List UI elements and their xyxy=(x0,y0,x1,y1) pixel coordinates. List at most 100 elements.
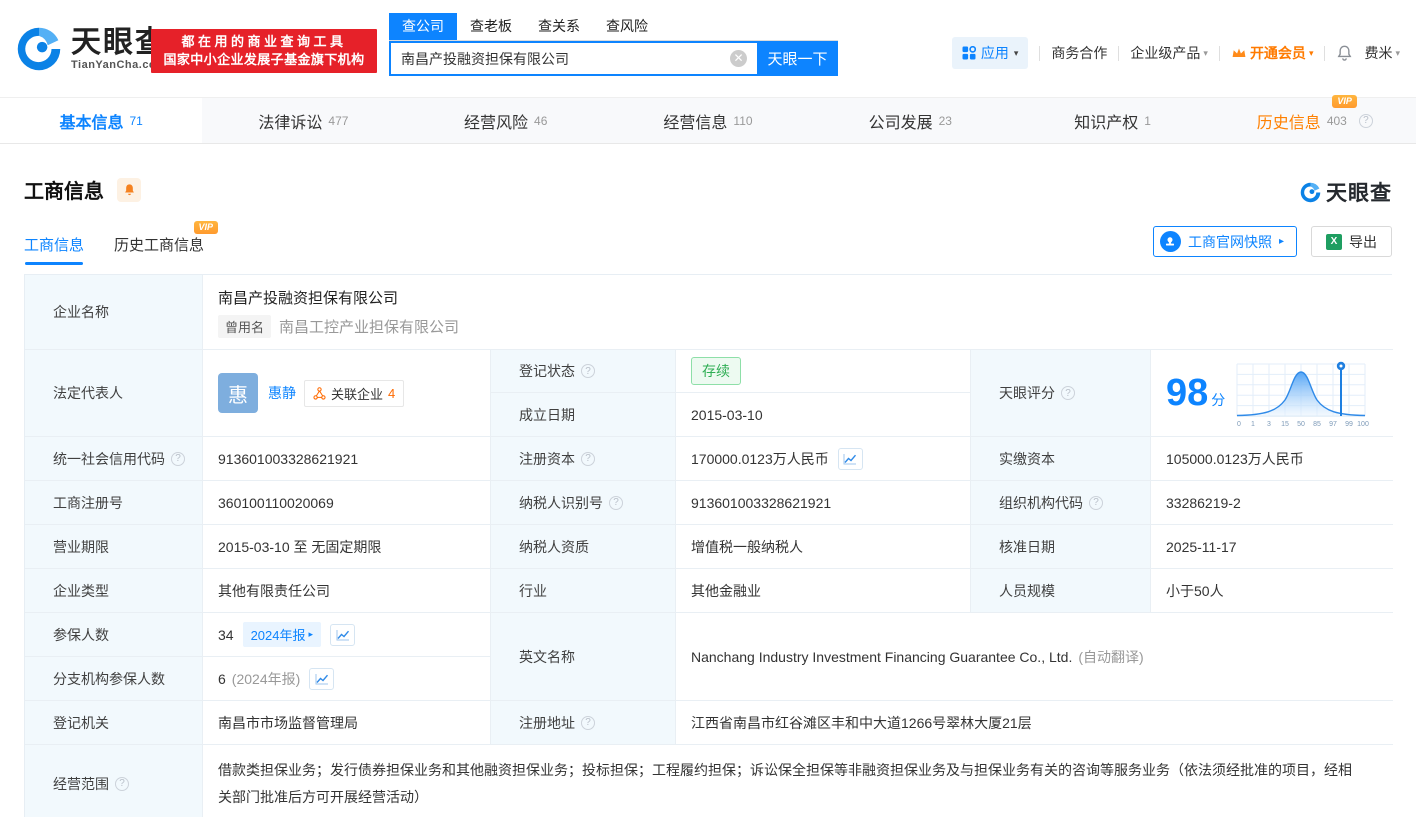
field-label-term: 营业期限 xyxy=(25,525,203,569)
field-label-address: 注册地址? xyxy=(491,701,676,745)
arrow-right-icon: ▸ xyxy=(308,629,314,639)
search-tab-company[interactable]: 查公司 xyxy=(389,13,457,40)
search-tab-boss[interactable]: 查老板 xyxy=(457,13,525,40)
english-name: Nanchang Industry Investment Financing G… xyxy=(691,648,1073,665)
field-value-legal-rep: 惠 惠静 关联企业 4 xyxy=(203,350,491,437)
subtab-history-business-info[interactable]: VIP 历史工商信息 xyxy=(114,220,219,255)
tab-label: 基本信息 xyxy=(59,114,124,132)
tab-intellectual-property[interactable]: 知识产权 1 xyxy=(1011,98,1213,143)
field-value-authority: 南昌市市场监督管理局 xyxy=(203,701,491,745)
trend-chart-icon[interactable] xyxy=(330,623,356,646)
svg-text:3: 3 xyxy=(1267,421,1271,428)
export-label: 导出 xyxy=(1349,233,1377,250)
help-icon[interactable]: ? xyxy=(115,776,129,791)
arrow-right-icon: ▸ xyxy=(1278,236,1284,247)
subtab-business-info[interactable]: 工商信息 xyxy=(24,234,84,255)
field-value-established: 2015-03-10 xyxy=(676,393,971,437)
chevron-down-icon: ▾ xyxy=(1013,47,1019,58)
tianyancha-logo[interactable]: 天眼查 TianYanCha.com xyxy=(14,24,167,74)
field-value-staff-size: 小于50人 xyxy=(1151,569,1393,613)
former-name: 南昌工控产业担保有限公司 xyxy=(279,318,460,336)
field-label-insured: 参保人数 xyxy=(25,613,203,657)
notification-bell-icon[interactable] xyxy=(1336,45,1353,62)
trend-chart-icon[interactable] xyxy=(837,447,863,470)
tab-company-development[interactable]: 公司发展 23 xyxy=(809,98,1011,143)
tab-label: 历史信息 xyxy=(1256,114,1321,132)
help-icon[interactable]: ? xyxy=(581,715,595,730)
score-label: 天眼评分 xyxy=(999,385,1055,401)
help-icon[interactable]: ? xyxy=(1089,495,1103,510)
field-value-address: 江西省南昌市红谷滩区丰和中大道1266号翠林大厦21层 xyxy=(676,701,1393,745)
tab-basic-info[interactable]: 基本信息 71 xyxy=(0,98,203,143)
help-icon[interactable]: ? xyxy=(581,364,595,378)
reg-status-label: 登记状态 xyxy=(519,363,575,379)
nav-enterprise-label: 企业级产品 xyxy=(1130,45,1201,61)
field-label-reg-number: 工商注册号 xyxy=(25,481,203,525)
svg-text:15: 15 xyxy=(1281,421,1289,428)
field-label-paid-capital: 实缴资本 xyxy=(971,437,1151,481)
field-value-taxpayer-quality: 增值税一般纳税人 xyxy=(676,525,971,569)
search-area: 查公司 查老板 查关系 查风险 ✕ 天眼一下 xyxy=(389,13,838,76)
legal-rep-avatar[interactable]: 惠 xyxy=(218,373,258,413)
official-snapshot-button[interactable]: 工商官网快照 ▸ xyxy=(1152,226,1297,257)
annual-report-badge[interactable]: 2024年报 ▸ xyxy=(242,622,322,647)
nav-biz-cooperation[interactable]: 商务合作 xyxy=(1051,43,1107,63)
uscc-label: 统一社会信用代码 xyxy=(53,450,165,467)
slogan-banner: 都在用的商业查询工具 国家中小企业发展子基金旗下机构 xyxy=(151,29,377,73)
svg-text:50: 50 xyxy=(1297,421,1305,428)
export-button[interactable]: X 导出 xyxy=(1311,226,1392,257)
annual-report-label: 2024年报 xyxy=(250,628,306,643)
tab-count: 23 xyxy=(938,113,952,128)
help-icon[interactable]: ? xyxy=(1061,386,1075,400)
section-header: 工商信息 天眼查 xyxy=(24,175,1392,205)
snapshot-label: 工商官网快照 xyxy=(1187,233,1272,250)
related-companies-badge[interactable]: 关联企业 4 xyxy=(304,379,405,407)
field-value-company-type: 其他有限责任公司 xyxy=(203,569,491,613)
svg-text:85: 85 xyxy=(1313,421,1321,428)
tab-legal-litigation[interactable]: 法律诉讼 477 xyxy=(202,98,404,143)
related-companies-label: 关联企业 xyxy=(331,386,384,402)
help-icon[interactable]: ? xyxy=(171,451,185,466)
nav-open-vip[interactable]: 开通会员 ▾ xyxy=(1231,43,1313,63)
trend-chart-icon[interactable] xyxy=(309,667,335,690)
field-value-taxpayer-id: 913601003328621921 xyxy=(676,481,971,525)
clear-icon[interactable]: ✕ xyxy=(730,50,747,67)
search-tab-relation[interactable]: 查关系 xyxy=(525,13,593,40)
field-label-company-type: 企业类型 xyxy=(25,569,203,613)
tab-operation-info[interactable]: 经营信息 110 xyxy=(607,98,809,143)
search-button[interactable]: 天眼一下 xyxy=(757,41,838,76)
nav-user[interactable]: 费米 ▾ xyxy=(1364,43,1400,63)
help-icon[interactable]: ? xyxy=(581,451,595,466)
field-label-reg-capital: 注册资本? xyxy=(491,437,676,481)
help-icon[interactable]: ? xyxy=(1358,113,1373,128)
search-input-wrap: ✕ xyxy=(389,41,757,76)
field-label-branch-insured: 分支机构参保人数 xyxy=(25,657,203,701)
branch-report-note: (2024年报) xyxy=(231,670,301,687)
tab-count: 71 xyxy=(129,113,143,128)
search-input[interactable] xyxy=(389,41,757,76)
tab-history-info[interactable]: VIP 历史信息 403 ? xyxy=(1214,94,1416,143)
svg-text:97: 97 xyxy=(1329,421,1337,428)
reg-capital-value: 170000.0123万人民币 xyxy=(691,450,829,467)
field-value-approval-date: 2025-11-17 xyxy=(1151,525,1393,569)
field-value-term: 2015-03-10 至 无固定期限 xyxy=(203,525,491,569)
apps-label: 应用 xyxy=(980,45,1009,61)
divider xyxy=(1118,45,1120,61)
apps-menu[interactable]: 应用 ▾ xyxy=(951,37,1029,69)
field-value-insured: 34 2024年报 ▸ xyxy=(203,613,491,657)
legal-rep-link[interactable]: 惠静 xyxy=(268,383,296,403)
search-tab-risk[interactable]: 查风险 xyxy=(593,13,661,40)
related-companies-count: 4 xyxy=(388,385,396,401)
nav-enterprise-products[interactable]: 企业级产品 ▾ xyxy=(1130,43,1208,63)
field-label-approval-date: 核准日期 xyxy=(971,525,1151,569)
field-label-uscc: 统一社会信用代码? xyxy=(25,437,203,481)
main-content: 工商信息 天眼查 工商信息 VIP 历史工商信息 工商官网快照 ▸ X 导出 企… xyxy=(0,175,1416,817)
slogan-line2: 国家中小企业发展子基金旗下机构 xyxy=(163,52,365,67)
tab-operation-risk[interactable]: 经营风险 46 xyxy=(405,98,607,143)
subscribe-bell-icon[interactable] xyxy=(117,177,141,202)
slogan-line1: 都在用的商业查询工具 xyxy=(181,34,347,49)
field-label-english-name: 英文名称 xyxy=(491,613,676,701)
help-icon[interactable]: ? xyxy=(609,495,623,510)
tab-label: 公司发展 xyxy=(868,114,933,132)
excel-icon: X xyxy=(1326,233,1342,250)
